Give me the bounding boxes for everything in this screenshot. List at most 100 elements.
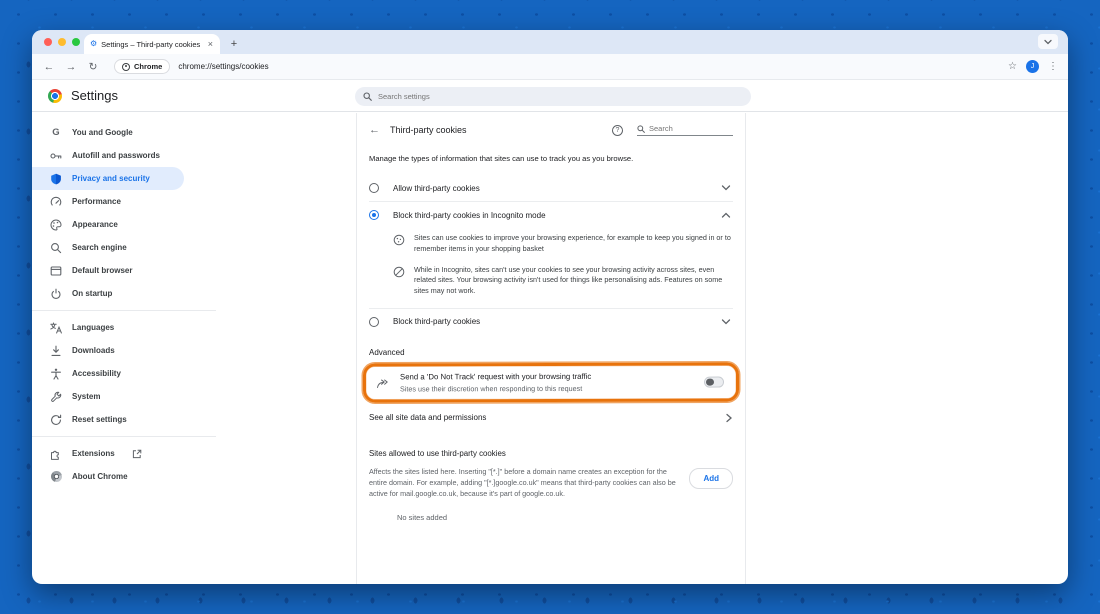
see-all-site-data-row[interactable]: See all site data and permissions	[369, 404, 733, 432]
sites-allowed-block: Affects the sites listed here. Inserting…	[369, 466, 733, 499]
sidebar-item-label: You and Google	[72, 128, 133, 137]
incognito-detail-cookies: Sites can use cookies to improve your br…	[369, 228, 733, 260]
chevron-down-icon[interactable]	[721, 318, 731, 326]
sidebar-item-label: About Chrome	[72, 472, 128, 481]
chrome-outline-icon	[50, 471, 62, 483]
new-tab-button[interactable]: +	[226, 36, 242, 52]
sidebar-item-label: Autofill and passwords	[72, 151, 160, 160]
radio-button-unselected[interactable]	[369, 183, 379, 193]
chevron-up-icon[interactable]	[721, 211, 731, 219]
third-party-cookies-panel: ← Third-party cookies ? Manage the types…	[356, 113, 746, 584]
shield-icon	[50, 173, 62, 185]
forward-button[interactable]: →	[64, 61, 78, 73]
page-intro: Manage the types of information that sit…	[369, 154, 733, 163]
bookmark-star-icon[interactable]: ☆	[1008, 61, 1017, 72]
sidebar-item-extensions[interactable]: Extensions	[32, 442, 184, 465]
sidebar-item-on-startup[interactable]: On startup	[32, 282, 184, 305]
browser-toolbar: ← → ↻ Chrome chrome://settings/cookies ☆…	[32, 54, 1068, 80]
search-icon	[363, 92, 372, 101]
sidebar-item-system[interactable]: System	[32, 385, 184, 408]
settings-title: Settings	[71, 88, 118, 103]
google-g-icon: G	[50, 127, 62, 139]
tab-search-button[interactable]	[1038, 34, 1058, 49]
settings-gear-icon: ⚙	[90, 40, 97, 48]
browser-menu-icon[interactable]: ⋮	[1048, 61, 1058, 72]
search-icon	[637, 125, 645, 133]
sidebar-item-you-and-google[interactable]: G You and Google	[32, 121, 184, 144]
sidebar-item-label: Languages	[72, 323, 114, 332]
sidebar-item-search-engine[interactable]: Search engine	[32, 236, 184, 259]
settings-search-box[interactable]	[355, 87, 751, 106]
sidebar-item-label: Privacy and security	[72, 174, 150, 183]
site-info-chip[interactable]: Chrome	[114, 59, 170, 74]
sidebar-item-default-browser[interactable]: Default browser	[32, 259, 184, 282]
option-label: Allow third-party cookies	[393, 184, 707, 193]
do-not-track-icon	[376, 377, 390, 389]
option-block-incognito[interactable]: Block third-party cookies in Incognito m…	[369, 202, 733, 228]
radio-button-unselected[interactable]	[369, 317, 379, 327]
sidebar-item-about-chrome[interactable]: About Chrome	[32, 465, 184, 488]
sidebar-item-performance[interactable]: Performance	[32, 190, 184, 213]
sidebar-item-languages[interactable]: Languages	[32, 316, 184, 339]
sites-allowed-description: Affects the sites listed here. Inserting…	[369, 466, 677, 499]
settings-sidebar: G You and Google Autofill and passwords …	[32, 113, 232, 488]
option-block-third-party-cookies[interactable]: Block third-party cookies	[369, 309, 733, 335]
search-icon	[50, 242, 62, 254]
inpage-search-box[interactable]	[637, 124, 733, 136]
close-window-button[interactable]	[44, 38, 52, 46]
page-title: Third-party cookies	[390, 125, 602, 135]
chevron-down-icon	[1044, 39, 1052, 45]
tab-strip: ⚙ Settings – Third-party cookies × +	[32, 30, 1068, 54]
palette-icon	[50, 219, 62, 231]
site-chip-label: Chrome	[134, 62, 162, 71]
sidebar-item-accessibility[interactable]: Accessibility	[32, 362, 184, 385]
back-arrow-button[interactable]: ←	[369, 124, 380, 136]
dnt-toggle-off[interactable]	[704, 377, 724, 388]
sidebar-item-label: Extensions	[72, 449, 115, 458]
inpage-search-input[interactable]	[649, 124, 733, 133]
sidebar-item-appearance[interactable]: Appearance	[32, 213, 184, 236]
sidebar-divider	[32, 436, 216, 437]
maximize-window-button[interactable]	[72, 38, 80, 46]
speedometer-icon	[50, 196, 62, 208]
chrome-logo-icon	[48, 89, 62, 103]
back-button[interactable]: ←	[42, 61, 56, 73]
profile-avatar[interactable]: J	[1026, 60, 1039, 73]
option-allow-third-party-cookies[interactable]: Allow third-party cookies	[369, 175, 733, 201]
reload-button[interactable]: ↻	[86, 61, 100, 73]
sidebar-item-privacy-and-security[interactable]: Privacy and security	[32, 167, 184, 190]
address-bar[interactable]: chrome://settings/cookies	[178, 62, 1000, 71]
reset-arrow-icon	[50, 414, 62, 426]
sidebar-item-label: System	[72, 392, 100, 401]
toggle-knob	[706, 378, 714, 386]
key-icon	[50, 150, 62, 162]
advanced-section-label: Advanced	[369, 348, 733, 357]
sidebar-item-reset-settings[interactable]: Reset settings	[32, 408, 184, 431]
sidebar-item-label: Default browser	[72, 266, 132, 275]
browser-window-icon	[50, 265, 62, 277]
chevron-right-icon	[725, 413, 733, 423]
chevron-down-icon[interactable]	[721, 184, 731, 192]
tab-close-icon[interactable]: ×	[207, 39, 214, 49]
settings-search-input[interactable]	[378, 92, 743, 101]
active-tab[interactable]: ⚙ Settings – Third-party cookies ×	[84, 34, 220, 54]
option-label: Block third-party cookies in Incognito m…	[393, 211, 707, 220]
link-label: See all site data and permissions	[369, 413, 725, 422]
accessibility-person-icon	[50, 368, 62, 380]
add-site-button[interactable]: Add	[689, 468, 733, 489]
window-controls[interactable]	[44, 38, 80, 46]
do-not-track-row-highlighted[interactable]: Send a 'Do Not Track' request with your …	[363, 362, 739, 402]
sidebar-item-label: Performance	[72, 197, 121, 206]
settings-header: Settings	[32, 80, 1068, 112]
browser-window: ⚙ Settings – Third-party cookies × + ← →…	[32, 30, 1068, 584]
wrench-icon	[50, 391, 62, 403]
sidebar-item-downloads[interactable]: Downloads	[32, 339, 184, 362]
blocked-icon	[393, 266, 405, 278]
sidebar-item-label: Search engine	[72, 243, 127, 252]
tab-title: Settings – Third-party cookies	[101, 40, 203, 49]
no-sites-added-label: No sites added	[397, 513, 733, 522]
help-icon[interactable]: ?	[612, 125, 623, 136]
minimize-window-button[interactable]	[58, 38, 66, 46]
sidebar-item-autofill[interactable]: Autofill and passwords	[32, 144, 184, 167]
radio-button-selected[interactable]	[369, 210, 379, 220]
